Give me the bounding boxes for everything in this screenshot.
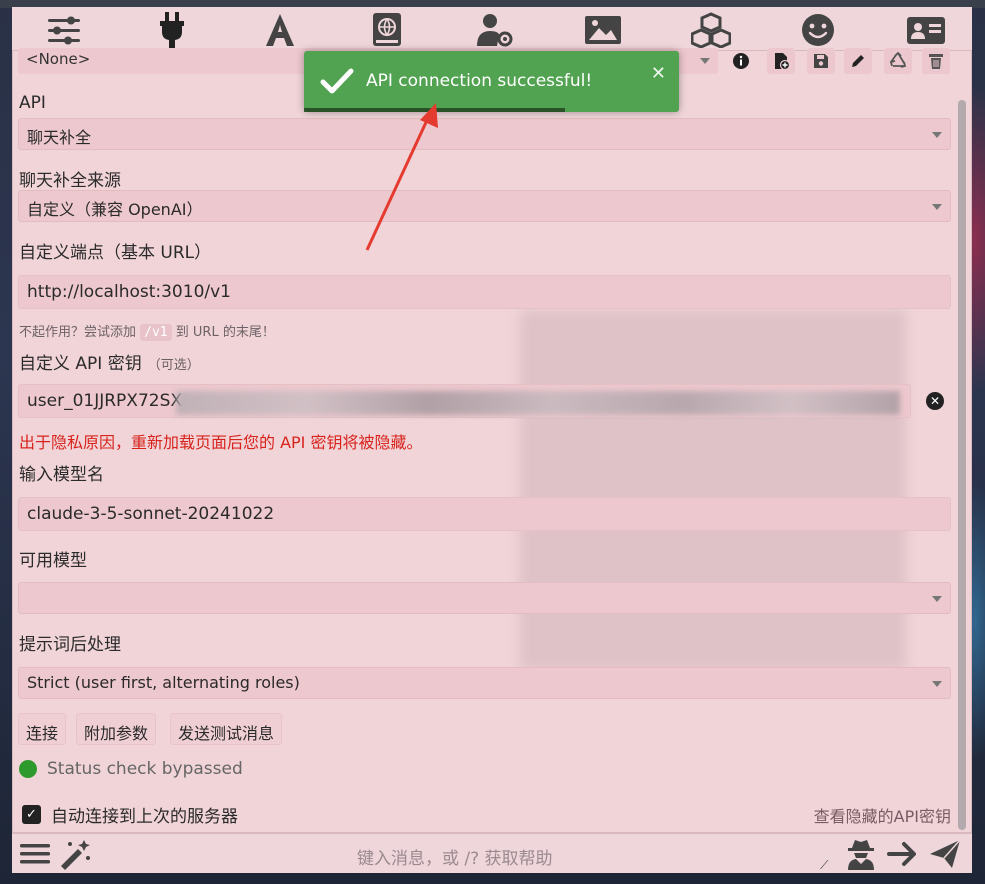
pencil-icon [852,55,864,67]
redacted-key-blur [176,391,900,415]
endpoint-label: 自定义端点（基本 URL） [19,243,212,263]
model-name-input[interactable]: claude-3-5-sonnet-20241022 [18,497,951,531]
toast-close-icon[interactable]: ✕ [651,63,666,84]
background-blur [520,310,906,670]
model-name-label: 输入模型名 [19,465,104,485]
book-atlas-icon[interactable] [365,10,409,50]
new-profile-button[interactable] [767,48,795,74]
status-dot-icon [19,760,37,778]
delete-profile-button[interactable] [922,48,950,74]
send-test-message-button[interactable]: 发送测试消息 [170,713,283,745]
connection-status: Status check bypassed [19,759,243,779]
arrow-right-icon[interactable] [886,838,920,870]
endpoint-hint: 不起作用？尝试添加 /v1 到 URL 的末尾！ [19,321,275,341]
image-icon[interactable] [581,10,625,50]
toast-progress-bar [304,108,565,112]
reload-profile-button[interactable] [884,48,912,74]
chat-source-label: 聊天补全来源 [19,171,121,191]
info-icon [733,53,749,69]
chat-source-select[interactable]: 自定义（兼容 OpenAI） [18,190,951,222]
view-hidden-keys-link[interactable]: 查看隐藏的API密钥 [814,803,951,827]
paper-plane-icon[interactable] [928,838,962,870]
autoconnect-checkbox[interactable]: ✓ [22,805,41,824]
clear-key-button[interactable]: ✕ [926,392,944,410]
toast-message: API connection successful! [366,71,593,91]
chat-input-placeholder[interactable]: 键入消息，或 /? 获取帮助 [357,844,553,869]
endpoint-url-input[interactable]: http://localhost:3010/v1 [18,275,951,309]
chevron-down-icon [932,681,942,687]
api-select-value: 聊天补全 [27,128,92,147]
address-card-icon[interactable] [904,10,948,50]
cubes-icon[interactable] [689,10,733,50]
checkmark-icon [320,68,354,94]
endpoint-hint-before: 不起作用？尝试添加 [19,325,137,340]
chat-input-bar: 键入消息，或 /? 获取帮助 ⟋ [12,833,972,873]
connection-profile-value: <None> [26,50,91,68]
scrollbar-thumb[interactable] [958,100,966,830]
resize-handle-icon[interactable]: ⟋ [820,858,828,873]
api-key-privacy-warning: 出于隐私原因，重新加载页面后您的 API 密钥将被隐藏。 [19,433,423,452]
font-icon[interactable] [258,10,302,50]
recycle-icon [889,52,907,68]
endpoint-hint-after: 到 URL 的末尾！ [175,325,275,340]
chevron-down-icon [932,204,942,210]
available-models-label: 可用模型 [19,551,87,571]
prompt-postprocess-select[interactable]: Strict (user first, alternating roles) [18,667,951,699]
autoconnect-label: 自动连接到上次的服务器 [51,807,238,827]
available-models-select[interactable] [18,582,951,614]
connect-button[interactable]: 连接 [18,713,67,745]
api-key-label-text: 自定义 API 密钥 [19,354,142,374]
scrollbar[interactable] [958,100,966,830]
face-smile-icon[interactable] [796,10,840,50]
save-profile-button[interactable] [807,48,835,74]
chat-source-value: 自定义（兼容 OpenAI） [27,200,203,219]
file-plus-icon [775,53,790,70]
info-button[interactable] [727,48,755,74]
api-key-optional: （可选） [147,358,200,373]
autoconnect-option[interactable]: ✓ 自动连接到上次的服务器 [22,802,238,827]
magic-wand-icon[interactable] [58,838,92,870]
chevron-down-icon [932,132,942,138]
chevron-down-icon [700,58,710,64]
status-text: Status check bypassed [47,759,243,779]
hamburger-menu-icon[interactable] [18,838,52,870]
top-navbar [12,7,972,53]
prompt-postprocess-value: Strict (user first, alternating roles) [27,673,300,692]
edit-profile-button[interactable] [844,48,872,74]
prompt-postprocess-label: 提示词后处理 [19,635,121,655]
close-icon: ✕ [929,394,941,408]
success-toast[interactable]: API connection successful! ✕ [304,51,679,112]
trash-icon [929,54,943,69]
extra-params-button[interactable]: 附加参数 [76,713,157,745]
plug-icon[interactable] [150,10,194,50]
api-label: API [19,93,46,113]
endpoint-hint-code: /v1 [140,324,172,341]
sliders-icon[interactable] [42,10,86,50]
chevron-down-icon [932,596,942,602]
user-secret-icon[interactable] [844,838,878,870]
floppy-disk-icon [814,54,828,68]
api-select[interactable]: 聊天补全 [18,118,951,150]
api-key-label: 自定义 API 密钥 （可选） [19,349,200,374]
user-gear-icon[interactable] [473,10,517,50]
